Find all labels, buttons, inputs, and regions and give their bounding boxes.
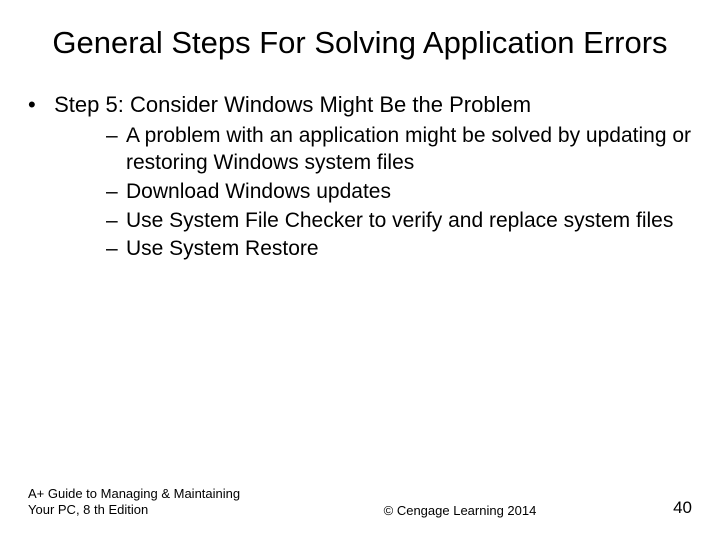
sub-bullet-text: Use System File Checker to verify and re…	[126, 209, 673, 232]
slide-content: Step 5: Consider Windows Might Be the Pr…	[28, 91, 692, 264]
footer-left-text: A+ Guide to Managing & Maintaining Your …	[28, 486, 268, 519]
sub-bullet-item: Use System File Checker to verify and re…	[106, 208, 692, 235]
bullet-item: Step 5: Consider Windows Might Be the Pr…	[48, 91, 692, 264]
sub-bullet-item: Download Windows updates	[106, 179, 692, 206]
sub-bullet-text: Download Windows updates	[126, 180, 391, 203]
slide: General Steps For Solving Application Er…	[0, 0, 720, 540]
slide-footer: A+ Guide to Managing & Maintaining Your …	[0, 486, 720, 519]
footer-copyright: © Cengage Learning 2014	[268, 503, 652, 518]
sub-bullet-item: Use System Restore	[106, 236, 692, 263]
sub-bullet-text: A problem with an application might be s…	[126, 124, 691, 174]
bullet-list-level1: Step 5: Consider Windows Might Be the Pr…	[28, 91, 692, 264]
sub-bullet-item: A problem with an application might be s…	[106, 123, 692, 177]
slide-number: 40	[652, 498, 692, 518]
bullet-text: Step 5: Consider Windows Might Be the Pr…	[54, 92, 531, 117]
bullet-list-level2: A problem with an application might be s…	[48, 123, 692, 263]
sub-bullet-text: Use System Restore	[126, 237, 319, 260]
slide-title: General Steps For Solving Application Er…	[28, 24, 692, 63]
